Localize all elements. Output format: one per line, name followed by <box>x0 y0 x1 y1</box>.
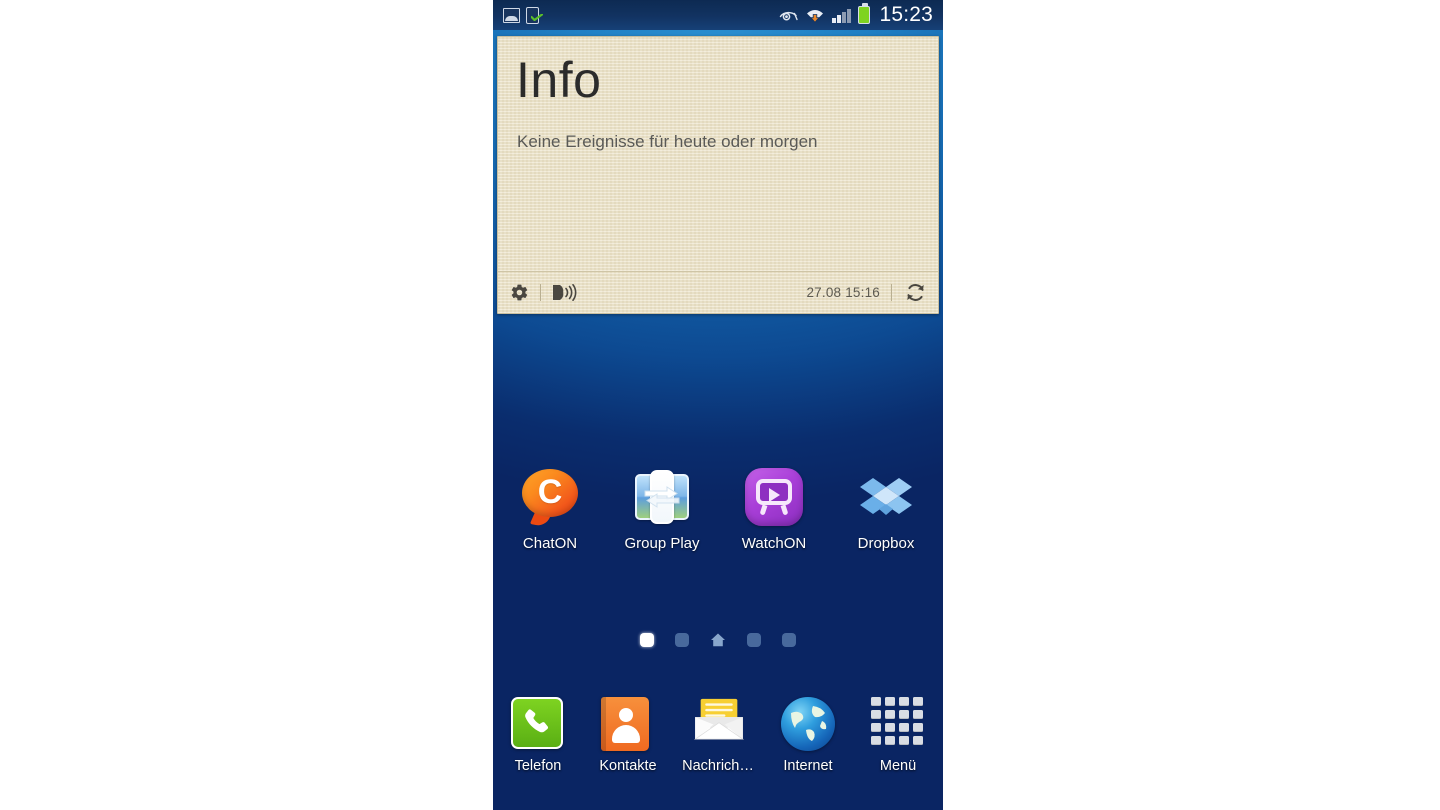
app-icon-group-play[interactable]: Group Play <box>606 468 718 552</box>
dock-item-nachrichten[interactable]: Nachrich… <box>673 697 763 774</box>
info-widget-timestamp: 27.08 15:16 <box>806 285 880 300</box>
group-play-icon <box>633 468 691 526</box>
app-label: WatchON <box>741 535 807 552</box>
contacts-icon <box>601 697 655 751</box>
dock-item-internet[interactable]: Internet <box>763 697 853 774</box>
status-bar-right-icons: 15:23 <box>779 3 933 27</box>
page-dot[interactable] <box>747 633 761 647</box>
footer-divider-2 <box>891 284 892 301</box>
internet-globe-icon <box>781 697 835 751</box>
battery-icon <box>858 3 871 24</box>
status-bar-clock: 15:23 <box>879 3 933 26</box>
gear-icon[interactable] <box>510 283 529 302</box>
watchon-icon <box>745 468 803 526</box>
dock-item-telefon[interactable]: Telefon <box>493 697 583 774</box>
status-bar[interactable]: 15:23 <box>493 0 943 30</box>
page-dot[interactable] <box>782 633 796 647</box>
app-grid: C ChatON Group Play WatchON Dropbox <box>493 468 943 552</box>
footer-divider-1 <box>540 284 541 301</box>
page-indicator <box>493 632 943 648</box>
screenshot-captured-icon <box>503 7 520 23</box>
screenshot-canvas: 15:23 Info Keine Ereignisse für heute od… <box>0 0 1440 810</box>
phone-screen: 15:23 Info Keine Ereignisse für heute od… <box>493 0 943 810</box>
app-icon-chaton[interactable]: C ChatON <box>494 468 606 552</box>
text-to-speech-icon[interactable] <box>552 284 578 301</box>
home-page-icon[interactable] <box>710 632 726 648</box>
info-widget[interactable]: Info Keine Ereignisse für heute oder mor… <box>497 36 939 314</box>
status-bar-left-icons <box>503 6 543 24</box>
dock-item-kontakte[interactable]: Kontakte <box>583 697 673 774</box>
wifi-download-icon <box>805 7 825 24</box>
dock-item-menu[interactable]: Menü <box>853 697 943 774</box>
dock-label: Internet <box>783 758 833 774</box>
dock-label: Telefon <box>514 758 562 774</box>
dock: Telefon Kontakte Nachrich… Internet Menü <box>493 697 943 774</box>
device-check-icon <box>526 6 543 24</box>
chaton-icon: C <box>521 468 579 528</box>
smart-stay-eye-icon <box>779 9 799 22</box>
dropbox-icon <box>857 468 915 526</box>
info-widget-footer: 27.08 15:16 <box>498 271 938 313</box>
app-label: ChatON <box>522 535 578 552</box>
app-icon-watchon[interactable]: WatchON <box>718 468 830 552</box>
signal-bars-icon <box>832 8 851 23</box>
dock-label: Menü <box>879 758 917 774</box>
app-drawer-grid-icon <box>871 697 925 751</box>
dock-label: Nachrich… <box>682 758 754 774</box>
messages-icon <box>691 697 745 751</box>
info-widget-subtitle: Keine Ereignisse für heute oder morgen <box>517 132 818 151</box>
app-label: Dropbox <box>857 535 915 552</box>
phone-icon <box>511 697 565 751</box>
refresh-icon[interactable] <box>905 282 926 303</box>
page-dot[interactable] <box>675 633 689 647</box>
dock-label: Kontakte <box>599 758 657 774</box>
page-dot-active[interactable] <box>640 633 654 647</box>
info-widget-title: Info <box>516 52 602 108</box>
app-label: Group Play <box>624 535 700 552</box>
app-icon-dropbox[interactable]: Dropbox <box>830 468 942 552</box>
